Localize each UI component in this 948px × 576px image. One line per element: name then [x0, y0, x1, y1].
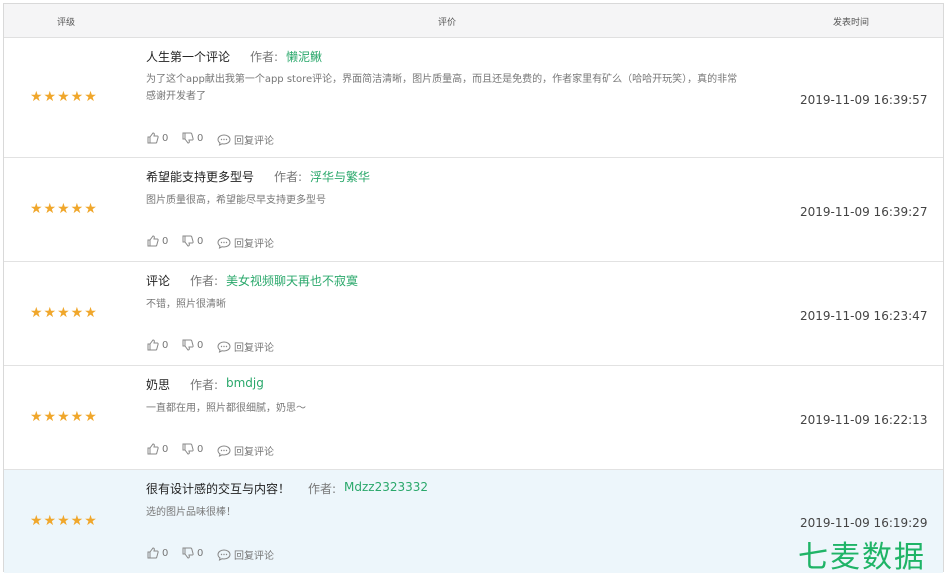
header-review: 评价 [438, 18, 457, 28]
like-button[interactable]: 0 [147, 339, 168, 351]
author-label: 作者: [250, 50, 279, 64]
like-count: 0 [162, 443, 169, 455]
reply-button[interactable]: 回复评论 [217, 547, 274, 562]
thumbs-up-icon [147, 235, 159, 247]
comment-icon [217, 236, 231, 249]
author-name[interactable]: bmdjg [226, 376, 264, 390]
review-time: 2019-11-09 16:19:29 [800, 516, 928, 530]
reply-label: 回复评论 [234, 343, 274, 354]
like-button[interactable]: 0 [147, 547, 168, 559]
rating-stars: ★★★★★ [30, 513, 98, 529]
author-label: 作者: [308, 482, 337, 496]
rating-stars: ★★★★★ [30, 409, 98, 425]
thumbs-up-icon [147, 547, 159, 559]
review-content: 为了这个app献出我第一个app store评论，界面简洁清晰，图片质量高，而且… [146, 74, 738, 102]
dislike-count: 0 [197, 132, 204, 144]
table-row: ★★★★★ 奶思 作者: bmdjg 一直都在用，照片都很细腻，奶思～ 0 0 … [4, 366, 943, 470]
rating-stars: ★★★★★ [30, 201, 98, 217]
thumbs-up-icon [147, 339, 159, 351]
review-content: 不错，照片很清晰 [146, 299, 226, 310]
reply-button[interactable]: 回复评论 [217, 235, 274, 250]
review-time: 2019-11-09 16:39:57 [800, 93, 928, 107]
author-name[interactable]: 懒泥鳅 [286, 48, 322, 65]
reviews-table: 评级 评价 发表时间 ★★★★★ 人生第一个评论 作者: 懒泥鳅 为了这个app… [3, 3, 944, 573]
like-count: 0 [162, 547, 169, 559]
review-title: 奶思 [146, 378, 171, 392]
comment-icon [217, 133, 231, 146]
header-rating: 评级 [57, 18, 76, 28]
comment-icon [217, 548, 231, 561]
reply-label: 回复评论 [234, 551, 274, 562]
author-label: 作者: [190, 274, 219, 288]
thumbs-down-icon [182, 132, 194, 144]
review-content: 图片质量很高，希望能尽早支持更多型号 [146, 195, 326, 206]
dislike-count: 0 [197, 547, 204, 559]
review-content: 选的图片品味很棒！ [146, 507, 236, 518]
review-title: 评论 [146, 274, 171, 288]
thumbs-up-icon [147, 132, 159, 144]
review-time: 2019-11-09 16:23:47 [800, 309, 928, 323]
dislike-count: 0 [197, 235, 204, 247]
author-label: 作者: [274, 170, 303, 184]
reply-label: 回复评论 [234, 239, 274, 250]
comment-icon [217, 444, 231, 457]
thumbs-up-icon [147, 443, 159, 455]
review-time: 2019-11-09 16:22:13 [800, 413, 928, 427]
author-name[interactable]: 美女视频聊天再也不寂寞 [226, 272, 358, 289]
reply-button[interactable]: 回复评论 [217, 132, 274, 147]
dislike-button[interactable]: 0 [182, 132, 203, 144]
review-content: 一直都在用，照片都很细腻，奶思～ [146, 403, 306, 414]
comment-icon [217, 340, 231, 353]
like-count: 0 [162, 339, 169, 351]
dislike-count: 0 [197, 443, 204, 455]
dislike-button[interactable]: 0 [182, 235, 203, 247]
author-name[interactable]: 浮华与繁华 [310, 168, 370, 185]
reply-button[interactable]: 回复评论 [217, 339, 274, 354]
reply-button[interactable]: 回复评论 [217, 443, 274, 458]
header-time: 发表时间 [833, 18, 870, 28]
dislike-count: 0 [197, 339, 204, 351]
watermark-logo: 七麦数据 [798, 540, 926, 575]
like-button[interactable]: 0 [147, 443, 168, 455]
review-time: 2019-11-09 16:39:27 [800, 205, 928, 219]
dislike-button[interactable]: 0 [182, 547, 203, 559]
thumbs-down-icon [182, 235, 194, 247]
reply-label: 回复评论 [234, 447, 274, 458]
thumbs-down-icon [182, 443, 194, 455]
author-label: 作者: [190, 378, 219, 392]
review-title: 很有设计感的交互与内容！ [146, 482, 291, 496]
like-count: 0 [162, 132, 169, 144]
review-title: 希望能支持更多型号 [146, 170, 255, 184]
dislike-button[interactable]: 0 [182, 443, 203, 455]
like-button[interactable]: 0 [147, 132, 168, 144]
rating-stars: ★★★★★ [30, 89, 98, 105]
table-row: ★★★★★ 希望能支持更多型号 作者: 浮华与繁华 图片质量很高，希望能尽早支持… [4, 158, 943, 262]
table-row: ★★★★★ 评论 作者: 美女视频聊天再也不寂寞 不错，照片很清晰 0 0 回复… [4, 262, 943, 366]
dislike-button[interactable]: 0 [182, 339, 203, 351]
reply-label: 回复评论 [234, 136, 274, 147]
like-count: 0 [162, 235, 169, 247]
like-button[interactable]: 0 [147, 235, 168, 247]
thumbs-down-icon [182, 547, 194, 559]
review-title: 人生第一个评论 [146, 50, 231, 64]
rating-stars: ★★★★★ [30, 305, 98, 321]
thumbs-down-icon [182, 339, 194, 351]
table-row: ★★★★★ 人生第一个评论 作者: 懒泥鳅 为了这个app献出我第一个app s… [4, 38, 943, 158]
author-name[interactable]: Mdzz2323332 [344, 480, 428, 494]
table-header: 评级 评价 发表时间 [4, 4, 943, 38]
